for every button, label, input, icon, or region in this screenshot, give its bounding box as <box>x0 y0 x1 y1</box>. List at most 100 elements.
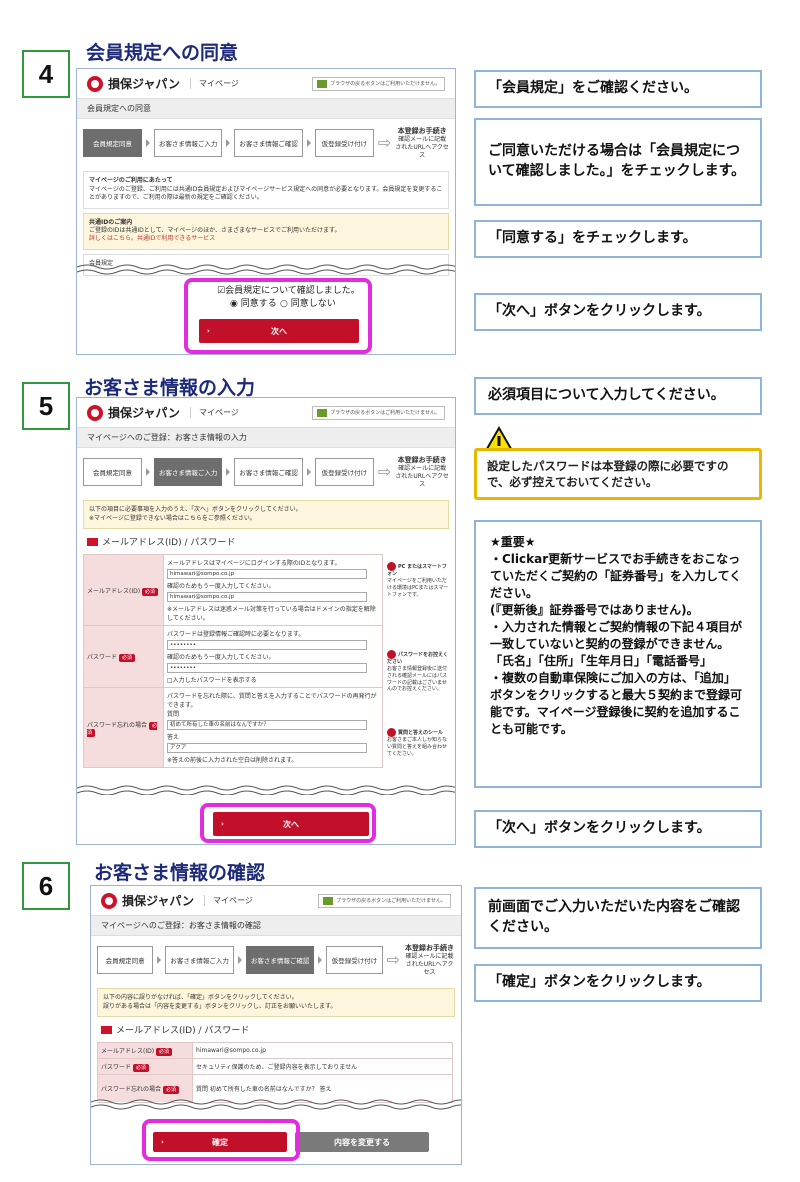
notice-icon <box>317 79 328 88</box>
step-3: お客さま情報ご確認 <box>245 946 315 975</box>
row-value: himawari@sompo.co.jp <box>192 1042 453 1060</box>
notice-text: ブラウザの戻るボタンはご利用いただけません。 <box>336 898 446 904</box>
password-confirm-field[interactable]: •••••••• <box>167 663 367 674</box>
section-title-6: お客さま情報の確認 <box>94 862 266 884</box>
row-label: パスワード 必須 <box>97 1058 193 1076</box>
step-number-5: 5 <box>22 382 70 430</box>
info-icon <box>387 650 396 660</box>
row-content: パスワードは登録情報ご確認時に必要となります。 •••••••• 確認のためもう… <box>163 625 383 689</box>
change-button[interactable]: 内容を変更する <box>295 1132 429 1152</box>
table-row: パスワード 必須 パスワードは登録情報ご確認時に必要となります。 •••••••… <box>83 625 383 689</box>
step-3: お客さま情報ご確認 <box>234 458 303 487</box>
callout-4c: 「同意する」をチェックします。 <box>474 220 762 258</box>
side-note-3: 質問と答えのシール お客さまご本人しか知らない質問と答えを組み合わせてください。 <box>387 728 448 757</box>
progress-steps: 会員規定同意 お客さま情報ご入力 お客さま情報ご確認 仮登録受け付け ⇨ 本登録… <box>77 448 455 496</box>
progress-steps: 会員規定同意 お客さま情報ご入力 お客さま情報ご確認 仮登録受け付け ⇨ 本登録… <box>77 119 455 167</box>
table-row: パスワード忘れの場合 必須 パスワードを忘れた際に、質問と答えを入力することでパ… <box>83 687 383 769</box>
callout-5-note: ★重要★ ・Clickar更新サービスでお手続きをおこなっていただくご契約の「証… <box>474 520 762 788</box>
arrow-icon: ⇨ <box>377 462 392 482</box>
row-label: メールアドレス(ID) 必須 <box>97 1042 193 1060</box>
email-confirm-field[interactable]: himawari@sompo.co.jp <box>167 592 367 603</box>
table-row: メールアドレス(ID) 必須 メールアドレスはマイページにログインする際のIDと… <box>83 554 383 627</box>
side-notes: PC またはスマートフォン マイページをご利用いただける環境はPCまたはスマートフ… <box>383 554 449 768</box>
step-number-4: 4 <box>22 50 70 98</box>
section-title-4: 会員規定への同意 <box>86 42 239 64</box>
step-number-6: 6 <box>22 862 70 910</box>
notice-text: ブラウザの戻るボタンはご利用いただけません。 <box>330 81 440 87</box>
info-icon <box>387 562 396 572</box>
step-5: 本登録お手続き 確認メールに記載されたURLへアクセス <box>395 456 449 488</box>
callout-6b: 「確定」ボタンをクリックします。 <box>474 964 762 1002</box>
step-1: 会員規定同意 <box>97 946 154 975</box>
usage-box: マイページのご利用にあたって マイページのご登録、ご利用には共通ID会員規定および… <box>83 171 449 209</box>
mail-icon <box>87 537 98 546</box>
input-form: メールアドレス(ID) 必須 メールアドレスはマイページにログインする際のIDと… <box>83 554 383 769</box>
brand-name: 損保ジャパン <box>108 77 181 91</box>
step-5: 本登録お手続き 確認メールに記載されたURLへアクセス <box>405 944 455 976</box>
progress-steps: 会員規定同意 お客さま情報ご入力 お客さま情報ご確認 仮登録受け付け ⇨ 本登録… <box>91 936 461 984</box>
step-5: 本登録お手続き 確認メールに記載されたURLへアクセス <box>395 127 449 159</box>
step-1: 会員規定同意 <box>83 129 142 158</box>
mini-header: 損保ジャパン マイページ ブラウザの戻るボタンはご利用いただけません。 <box>77 398 455 428</box>
section-title-5: お客さま情報の入力 <box>84 377 256 399</box>
mypage-label: マイページ <box>204 895 253 906</box>
mini-header: 損保ジャパン マイページ ブラウザの戻るボタンはご利用いただけません。 <box>91 886 461 916</box>
notice-icon <box>317 408 328 417</box>
mypage-label: マイページ <box>190 407 239 418</box>
step-2: お客さま情報ご入力 <box>153 129 223 158</box>
callout-4b: ご同意いただける場合は「会員規定について確認しました。」をチェックします。 <box>474 118 762 206</box>
table-row: パスワード 必須 セキュリティ保護のため、ご登録内容を表示しておりません <box>97 1058 453 1076</box>
page-bar: マイページへのご登録：お客さま情報の確認 <box>91 916 461 936</box>
highlight-step5 <box>200 803 376 843</box>
sompo-logo-icon <box>87 404 103 421</box>
step-2: お客さま情報ご入力 <box>153 458 223 487</box>
cut-wave-icon <box>91 1099 461 1110</box>
side-note-1: PC またはスマートフォン マイページをご利用いただける環境はPCまたはスマートフ… <box>387 562 449 598</box>
notice-box: 以下の内容に誤りがなければ、「確定」ボタンをクリックしてください。 誤りがある場合… <box>97 988 455 1018</box>
notice-box: 以下の項目に必要事項を入力のうえ、「次へ」ボタンをクリックしてください。 ※マイペ… <box>83 500 449 530</box>
row-value: セキュリティ保護のため、ご登録内容を表示しておりません <box>192 1058 453 1076</box>
highlight-step6 <box>142 1119 300 1161</box>
notice-icon <box>323 896 334 905</box>
callout-4d: 「次へ」ボタンをクリックします。 <box>474 293 762 331</box>
section-heading: メールアドレス(ID) / パスワード <box>87 535 445 548</box>
mypage-label: マイページ <box>190 78 239 89</box>
notice-text: ブラウザの戻るボタンはご利用いただけません。 <box>330 410 440 416</box>
step-3: お客さま情報ご確認 <box>234 129 303 158</box>
callout-4a: 「会員規定」をご確認ください。 <box>474 70 762 108</box>
sompo-logo-icon <box>101 892 117 909</box>
brand-name: 損保ジャパン <box>122 894 195 908</box>
warning-box: 設定したパスワードは本登録の際に必要ですので、必ず控えておいてください。 <box>474 448 762 500</box>
page-bar: 会員規定への同意 <box>77 99 455 119</box>
show-password-check[interactable]: □入力したパスワードを表示する <box>167 675 379 684</box>
browser-notice: ブラウザの戻るボタンはご利用いただけません。 <box>312 76 445 91</box>
row-label: パスワード忘れの場合 必須 <box>83 687 164 769</box>
sompo-logo-icon <box>87 75 103 92</box>
email-field[interactable]: himawari@sompo.co.jp <box>167 569 367 580</box>
answer-field[interactable]: アクア <box>167 743 367 754</box>
cut-wave-icon <box>77 264 455 275</box>
row-label: メールアドレス(ID) 必須 <box>83 554 164 627</box>
step-1: 会員規定同意 <box>83 458 142 487</box>
brand-name: 損保ジャパン <box>108 406 181 420</box>
callout-5a: 必須項目について入力してください。 <box>474 377 762 415</box>
callout-6a: 前画面でご入力いただいた内容をご確認ください。 <box>474 887 762 949</box>
password-field[interactable]: •••••••• <box>167 640 367 651</box>
callout-5b: 「次へ」ボタンをクリックします。 <box>474 810 762 848</box>
info-icon <box>387 728 396 738</box>
row-content: パスワードを忘れた際に、質問と答えを入力することでパスワードの再発行ができます。… <box>163 687 383 769</box>
row-label: パスワード 必須 <box>83 625 164 689</box>
side-note-2: パスワードをお控えください お客さま情報登録後に送付される確認メールにはパスワード… <box>387 650 448 693</box>
browser-notice: ブラウザの戻るボタンはご利用いただけません。 <box>318 893 451 908</box>
screenshot-step5: 損保ジャパン マイページ ブラウザの戻るボタンはご利用いただけません。 マイペー… <box>76 397 456 845</box>
step-4: 仮登録受け付け <box>314 129 374 158</box>
question-select[interactable]: 初めて所有した車の名前はなんですか？ <box>167 720 367 731</box>
step-4: 仮登録受け付け <box>326 946 383 975</box>
common-id-link[interactable]: 詳しくはこちら。共通IDで利用できるサービス <box>89 235 215 242</box>
arrow-icon: ⇨ <box>386 950 401 970</box>
step-2: お客さま情報ご入力 <box>165 946 234 975</box>
browser-notice: ブラウザの戻るボタンはご利用いただけません。 <box>312 405 445 420</box>
step-4: 仮登録受け付け <box>314 458 374 487</box>
arrow-icon: ⇨ <box>377 133 392 153</box>
mail-icon <box>101 1025 112 1034</box>
